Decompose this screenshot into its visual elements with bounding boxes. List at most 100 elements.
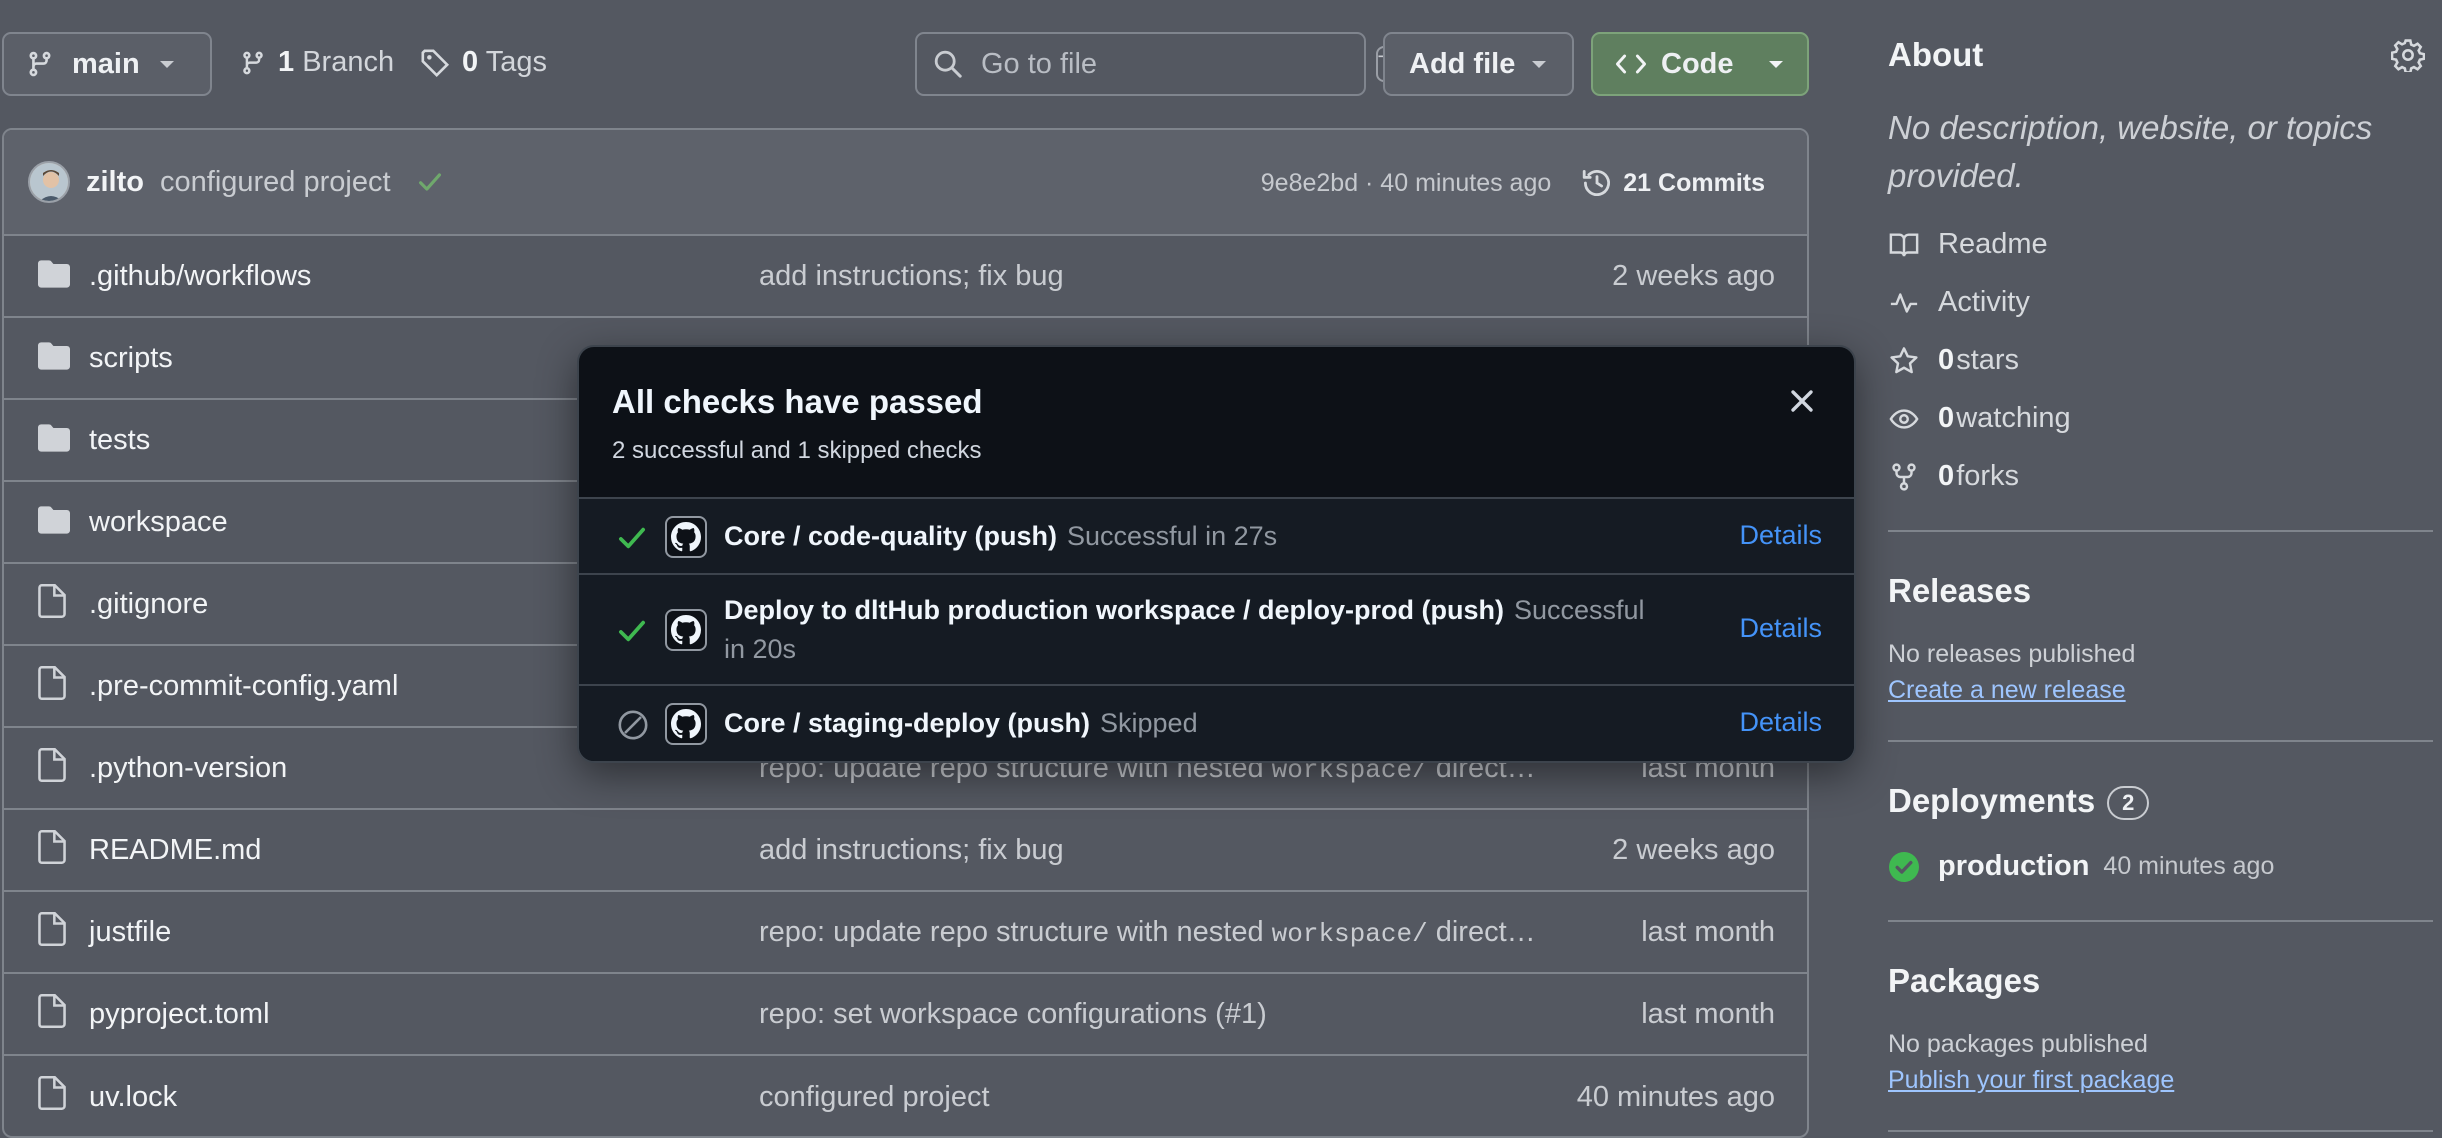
divider xyxy=(1888,740,2433,742)
commit-message-link[interactable]: configured project xyxy=(759,1081,990,1114)
check-icon xyxy=(617,618,647,644)
readme-link[interactable]: Readme xyxy=(1888,228,2048,261)
file-icon xyxy=(38,584,66,618)
file-row[interactable]: justfile repo: update repo structure with… xyxy=(4,892,1807,974)
tags-count: 0 xyxy=(462,46,479,78)
go-to-file-search[interactable]: T xyxy=(915,32,1393,96)
code-icon xyxy=(1615,51,1647,77)
activity-label: Activity xyxy=(1938,286,2030,318)
file-row[interactable]: README.md add instructions; fix bug 2 week… xyxy=(4,810,1807,892)
commit-message-text: direct… xyxy=(1427,915,1536,948)
fork-icon xyxy=(1888,462,1920,492)
divider xyxy=(1888,530,2433,532)
commit-date: 2 weeks ago xyxy=(1612,259,1775,292)
commits-count: 21 xyxy=(1623,168,1652,197)
commit-message-code: workspace/ xyxy=(1271,918,1428,949)
commit-author[interactable]: zilto xyxy=(86,166,144,199)
popover-subtitle: 2 successful and 1 skipped checks xyxy=(612,437,982,464)
branches-count: 1 xyxy=(278,46,295,78)
pulse-icon xyxy=(1888,288,1920,318)
create-release-link[interactable]: Create a new release xyxy=(1888,676,2126,705)
branches-link[interactable]: 1 Branch xyxy=(240,46,394,79)
chevron-down-icon xyxy=(1767,58,1785,70)
commit-date: last month xyxy=(1641,915,1775,948)
search-input[interactable] xyxy=(981,47,1358,81)
file-name-link[interactable]: uv.lock xyxy=(89,1081,177,1114)
deployment-item[interactable]: production 40 minutes ago xyxy=(1888,850,2274,883)
forks-count: 0 xyxy=(1938,460,1955,492)
check-text: Deploy to dltHub production workspace / … xyxy=(724,591,1654,669)
stars-link[interactable]: 0 stars xyxy=(1888,344,2019,377)
forks-link[interactable]: 0 forks xyxy=(1888,460,2019,493)
file-name-link[interactable]: README.md xyxy=(89,834,261,867)
file-row[interactable]: pyproject.toml repo: set workspace config… xyxy=(4,974,1807,1056)
file-icon xyxy=(38,748,66,782)
check-name: Deploy to dltHub production workspace / … xyxy=(724,595,1504,625)
check-row: Deploy to dltHub production workspace / … xyxy=(579,573,1854,684)
watching-label: watching xyxy=(1956,402,2071,434)
stars-count: 0 xyxy=(1938,344,1955,376)
commits-history-link[interactable]: 21 Commits xyxy=(1581,167,1765,199)
publish-package-link[interactable]: Publish your first package xyxy=(1888,1066,2174,1095)
check-details-link[interactable]: Details xyxy=(1739,613,1822,644)
file-name-link[interactable]: workspace xyxy=(89,506,228,539)
check-result: Skipped xyxy=(1100,708,1198,738)
avatar[interactable] xyxy=(28,161,70,203)
tag-icon xyxy=(420,48,450,78)
checks-popover: All checks have passed 2 successful and … xyxy=(577,345,1856,763)
file-name-link[interactable]: .github/workflows xyxy=(89,260,311,293)
file-name-link[interactable]: justfile xyxy=(89,916,171,949)
activity-link[interactable]: Activity xyxy=(1888,286,2030,319)
releases-empty-text: No releases published xyxy=(1888,640,2136,668)
eye-icon xyxy=(1888,404,1920,434)
success-icon xyxy=(1888,851,1920,883)
star-icon xyxy=(1888,346,1920,376)
add-file-label: Add file xyxy=(1409,47,1516,80)
deployments-title-text: Deployments xyxy=(1888,782,2096,819)
deployments-title[interactable]: Deployments 2 xyxy=(1888,782,2150,821)
check-icon xyxy=(617,525,647,551)
commit-date: 2 weeks ago xyxy=(1612,833,1775,866)
file-row[interactable]: .github/workflows add instructions; fix b… xyxy=(4,236,1807,318)
branch-icon xyxy=(26,49,54,79)
check-text: Core / staging-deploy (push) Skipped xyxy=(724,704,1654,743)
book-icon xyxy=(1888,230,1920,260)
commit-message-link[interactable]: repo: set workspace configurations (#1) xyxy=(759,998,1267,1031)
commit-message-link[interactable]: repo: update repo structure with nested … xyxy=(759,916,1536,949)
packages-title[interactable]: Packages xyxy=(1888,962,2040,1000)
file-name-link[interactable]: .gitignore xyxy=(89,588,208,621)
folder-icon xyxy=(38,424,70,452)
file-icon xyxy=(38,912,66,946)
tags-link[interactable]: 0 Tags xyxy=(420,46,547,79)
file-name-link[interactable]: tests xyxy=(89,424,150,457)
file-name-link[interactable]: scripts xyxy=(89,342,173,375)
watching-link[interactable]: 0 watching xyxy=(1888,402,2071,435)
check-row: Core / staging-deploy (push) Skipped Deta… xyxy=(579,684,1854,761)
history-icon xyxy=(1581,167,1613,199)
file-name-link[interactable]: .python-version xyxy=(89,752,287,785)
commit-message-link[interactable]: add instructions; fix bug xyxy=(759,260,1064,293)
popover-title: All checks have passed xyxy=(612,383,983,420)
folder-icon xyxy=(38,260,70,288)
gear-icon[interactable] xyxy=(2391,38,2425,72)
branch-icon xyxy=(240,48,266,78)
check-text: Core / code-quality (push) Successful in … xyxy=(724,517,1654,556)
code-label: Code xyxy=(1661,47,1734,80)
commit-hash-time[interactable]: 9e8e2bd · 40 minutes ago xyxy=(1261,169,1552,198)
file-icon xyxy=(38,830,66,864)
close-icon[interactable] xyxy=(1784,383,1820,419)
add-file-button[interactable]: Add file xyxy=(1383,32,1574,96)
releases-title[interactable]: Releases xyxy=(1888,572,2031,610)
check-icon[interactable] xyxy=(417,171,443,193)
check-details-link[interactable]: Details xyxy=(1739,520,1822,551)
commit-message-link[interactable]: add instructions; fix bug xyxy=(759,834,1064,867)
file-icon xyxy=(38,1076,66,1110)
file-row[interactable]: uv.lock configured project 40 minutes ago xyxy=(4,1056,1807,1136)
code-button[interactable]: Code xyxy=(1591,32,1809,96)
file-name-link[interactable]: pyproject.toml xyxy=(89,998,270,1031)
commit-message[interactable]: configured project xyxy=(160,166,391,199)
chevron-down-icon xyxy=(1530,58,1548,70)
check-details-link[interactable]: Details xyxy=(1739,707,1822,738)
file-name-link[interactable]: .pre-commit-config.yaml xyxy=(89,670,398,703)
branch-select-button[interactable]: main xyxy=(2,32,212,96)
